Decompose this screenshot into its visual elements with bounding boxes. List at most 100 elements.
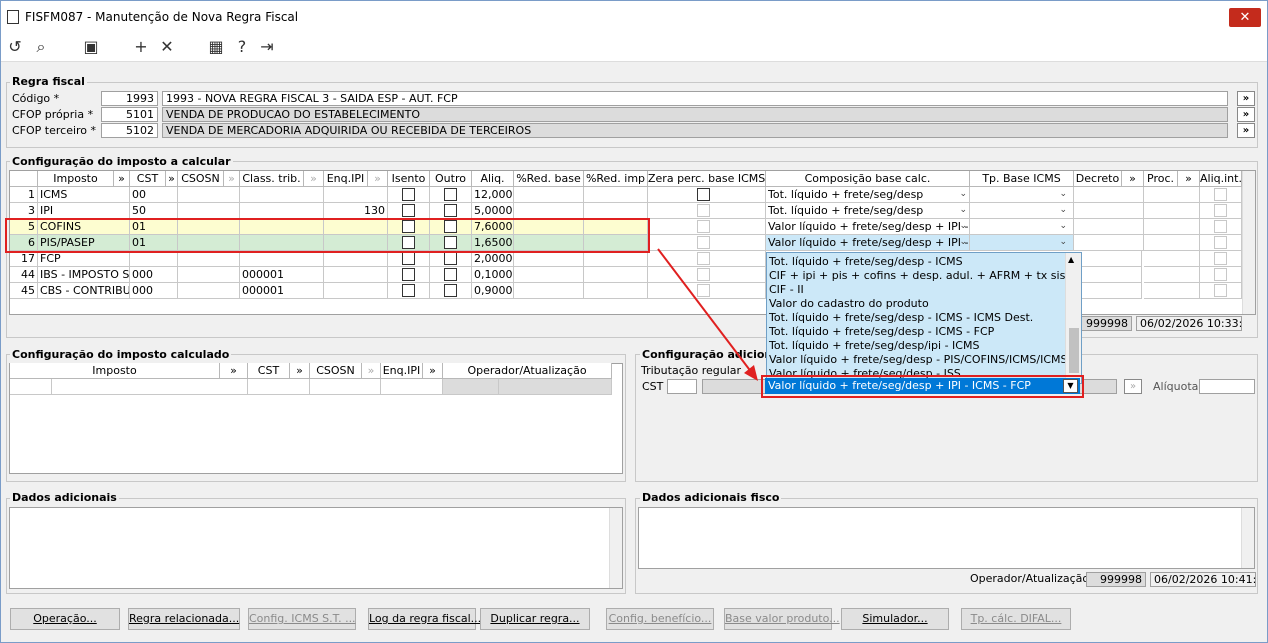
col-enq[interactable]: Enq.IPI [324, 171, 368, 187]
calculado-col-enq[interactable]: Enq.IPI [381, 363, 423, 379]
col-imposto[interactable]: Imposto [38, 171, 114, 187]
col-more-icon[interactable]: » [166, 171, 178, 187]
calendar-icon[interactable]: ▦ [206, 37, 226, 57]
calculado-col-csosn[interactable]: CSOSN [310, 363, 362, 379]
row-class[interactable] [240, 203, 324, 219]
row-aliq[interactable]: 2,0000 [472, 251, 514, 267]
dropdown-option[interactable]: Tot. líquido + frete/seg/desp/ipi - ICMS [769, 339, 979, 353]
chevron-down-icon[interactable]: ⌄ [1059, 235, 1067, 250]
codigo-description[interactable]: 1993 - NOVA REGRA FISCAL 3 - SAIDA ESP -… [162, 91, 1228, 106]
dropdown-option[interactable]: Tot. líquido + frete/seg/desp - ICMS [769, 255, 963, 269]
calc-grid-scrollbar[interactable] [1242, 171, 1255, 314]
col-tpbase[interactable]: Tp. Base ICMS [970, 171, 1074, 187]
row-csosn[interactable] [178, 187, 240, 203]
dropdown-option[interactable]: Valor do cadastro do produto [769, 297, 929, 311]
row-enq[interactable] [324, 267, 388, 283]
dropdown-scroll-thumb[interactable] [1069, 328, 1079, 373]
row-imposto[interactable]: ICMS [38, 187, 130, 203]
row-imposto[interactable]: FCP [38, 251, 130, 267]
row-aliq[interactable]: 5,0000 [472, 203, 514, 219]
codigo-input[interactable]: 1993 [101, 91, 158, 106]
zera-checkbox[interactable] [697, 220, 710, 233]
row-aliq[interactable]: 0,1000 [472, 267, 514, 283]
dropdown-option[interactable]: Valor líquido + frete/seg/desp - PIS/COF… [769, 353, 1081, 367]
dropdown-scrollbar[interactable]: ▲ [1065, 253, 1081, 383]
dados-fisco-scrollbar[interactable] [1241, 508, 1254, 568]
row-proc[interactable] [1144, 187, 1200, 203]
dropdown-selected-option[interactable]: Valor líquido + frete/seg/desp + IPI - I… [765, 378, 1080, 394]
row-redimp[interactable] [584, 267, 648, 283]
cfop-terceiro-more-button[interactable]: » [1237, 123, 1255, 138]
chevron-down-icon[interactable]: ⌄ [959, 187, 967, 202]
dropdown-option[interactable]: Tot. líquido + frete/seg/desp - ICMS - F… [769, 325, 994, 339]
row-redbase[interactable] [514, 283, 584, 299]
aliqint-checkbox[interactable] [1214, 188, 1227, 201]
row-tpbase[interactable]: ⌄ [970, 219, 1074, 235]
col-more-icon[interactable]: » [1178, 171, 1200, 187]
row-csosn[interactable] [178, 267, 240, 283]
row-class[interactable] [240, 187, 324, 203]
button-6[interactable]: Base valor produto... [724, 608, 840, 630]
row-enq[interactable] [324, 283, 388, 299]
row-csosn[interactable] [178, 203, 240, 219]
help-icon[interactable]: ? [232, 37, 252, 57]
calculado-empty-cell[interactable] [310, 379, 381, 395]
row-cst[interactable]: 00 [130, 187, 178, 203]
col-redimp[interactable]: %Red. imp [584, 171, 648, 187]
calculado-col-more[interactable]: » [220, 363, 248, 379]
aliqint-checkbox[interactable] [1214, 220, 1227, 233]
row-redimp[interactable] [584, 203, 648, 219]
dropdown-option[interactable]: CIF + ipi + pis + cofins + desp. adul. +… [769, 269, 1081, 283]
col-redbase[interactable]: %Red. base [514, 171, 584, 187]
button-8[interactable]: Tp. cálc. DIFAL... [961, 608, 1071, 630]
row-redbase[interactable] [514, 187, 584, 203]
calculado-col-sort-icon[interactable]: » [362, 363, 381, 379]
col-class[interactable]: Class. trib. [240, 171, 304, 187]
button-5[interactable]: Config. benefício... [606, 608, 714, 630]
row-num[interactable]: 3 [10, 203, 38, 219]
aliqint-checkbox[interactable] [1214, 252, 1227, 265]
row-num[interactable]: 1 [10, 187, 38, 203]
close-button[interactable]: ✕ [1229, 8, 1261, 27]
chevron-down-icon[interactable]: ⌄ [1059, 187, 1067, 202]
chevron-down-icon[interactable]: ⌄ [959, 219, 967, 234]
col-more-icon[interactable]: » [224, 171, 240, 187]
outro-checkbox[interactable] [444, 268, 457, 281]
isento-checkbox[interactable] [402, 284, 415, 297]
undo-icon[interactable]: ↺ [5, 37, 25, 57]
col-cst[interactable]: CST [130, 171, 166, 187]
delete-icon[interactable]: ✕ [157, 37, 177, 57]
chevron-down-icon[interactable]: ⌄ [1059, 219, 1067, 234]
aliquota-input[interactable] [1199, 379, 1255, 394]
col-aliq[interactable]: Aliq. [472, 171, 514, 187]
row-csosn[interactable] [178, 283, 240, 299]
calculado-col-oper[interactable]: Operador/Atualização [443, 363, 612, 379]
row-num[interactable]: 45 [10, 283, 38, 299]
isento-checkbox[interactable] [402, 204, 415, 217]
cfop-terceiro-input[interactable]: 5102 [101, 123, 158, 138]
dados-scrollbar[interactable] [609, 508, 622, 588]
button-3[interactable]: Log da regra fiscal... [368, 608, 481, 630]
col-zera[interactable]: Zera perc. base ICMS [648, 171, 766, 187]
row-class[interactable]: 000001 [240, 283, 324, 299]
row-decreto[interactable] [1074, 235, 1144, 251]
row-redbase[interactable] [514, 267, 584, 283]
row-cst[interactable]: 50 [130, 203, 178, 219]
button-1[interactable]: Regra relacionada... [128, 608, 240, 630]
row-tpbase[interactable]: ⌄ [970, 235, 1074, 251]
row-decreto[interactable] [1074, 251, 1142, 267]
button-4[interactable]: Duplicar regra... [480, 608, 590, 630]
col-more-icon[interactable]: » [114, 171, 130, 187]
aliqint-checkbox[interactable] [1214, 268, 1227, 281]
col-decreto[interactable]: Decreto [1074, 171, 1122, 187]
calculado-empty-cell[interactable] [381, 379, 443, 395]
col-more-icon[interactable]: » [368, 171, 388, 187]
dados-textarea[interactable] [9, 507, 623, 589]
row-decreto[interactable] [1074, 187, 1144, 203]
row-redimp[interactable] [584, 283, 648, 299]
row-comp[interactable]: Valor líquido + frete/seg/desp + IPI - I… [766, 219, 970, 235]
cfop-propria-input[interactable]: 5101 [101, 107, 158, 122]
row-class[interactable]: 000001 [240, 267, 324, 283]
isento-checkbox[interactable] [402, 252, 415, 265]
calculado-col-more2[interactable]: » [290, 363, 310, 379]
